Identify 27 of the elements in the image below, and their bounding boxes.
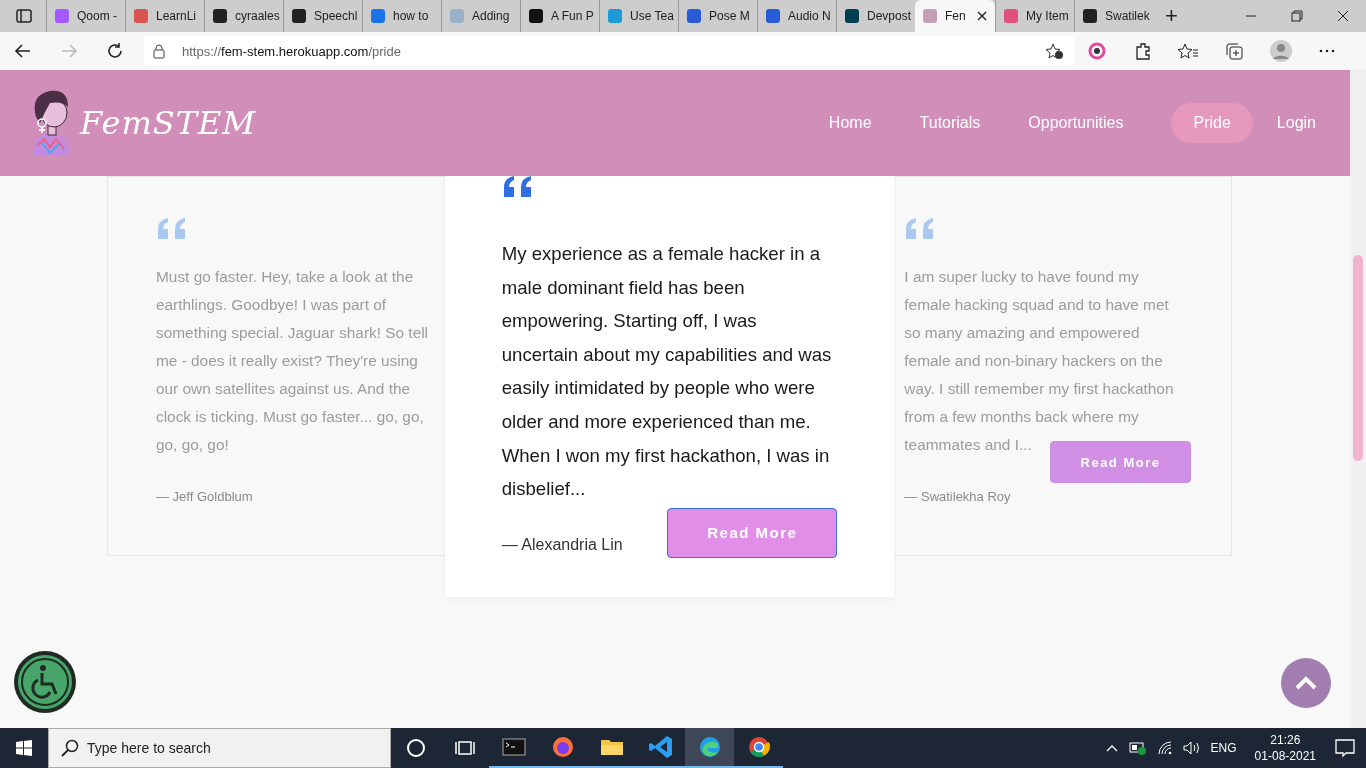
battery-icon[interactable] (1128, 741, 1147, 755)
testimonial-author: — Jeff Goldblum (156, 489, 253, 504)
clock-date[interactable]: 01-08-2021 (1254, 748, 1316, 764)
volume-icon[interactable] (1182, 741, 1201, 755)
search-bar[interactable]: Type here to search (48, 728, 391, 768)
notification-icon[interactable] (1334, 738, 1356, 758)
search-field[interactable]: Type here to search (87, 730, 390, 766)
wifi-icon[interactable] (1156, 741, 1173, 755)
new-tab-button[interactable]: + (1165, 3, 1178, 29)
search-icon (61, 739, 79, 757)
clock-time[interactable]: 21:26 (1270, 732, 1301, 748)
testimonial-quote: Must go faster. Hey, take a look at the earthlings. Goodbye! I was part of something special. Jaguar shark! So tell me - does it really exist? They're using our own satellites against us. And the clock is ticking. Must go faster... go, go, go, go, go! (156, 267, 430, 455)
chevron-up-icon (1295, 676, 1317, 690)
code-editor-icon[interactable] (647, 734, 674, 760)
testimonial-author: — Alexandria Lin (501, 535, 623, 554)
language-indicator[interactable]: ENG (1210, 741, 1237, 755)
address-field[interactable]: https://fem-stem.herokuapp.com/pride (182, 43, 401, 59)
tab-actions-icon[interactable] (16, 8, 32, 24)
windows-icon[interactable] (16, 740, 32, 756)
scroll-top-button[interactable] (1281, 658, 1331, 708)
testimonial-author: — Swatilekha Roy (904, 489, 1011, 504)
close-icon[interactable] (977, 11, 987, 21)
testimonial-quote: My experience as a female hacker in a male dominant field has been empowering. Starting off, I was uncertain about my capabilities and was easily intimidated by people who were older and more experienced than me. When I won my first hackathon, I was in disbelief... (501, 242, 833, 502)
scrollbar[interactable] (1350, 70, 1366, 728)
accessibility-icon[interactable] (13, 650, 77, 714)
chevron-up-icon[interactable] (1104, 743, 1119, 753)
browser-tab[interactable]: Fen (915, 0, 995, 32)
